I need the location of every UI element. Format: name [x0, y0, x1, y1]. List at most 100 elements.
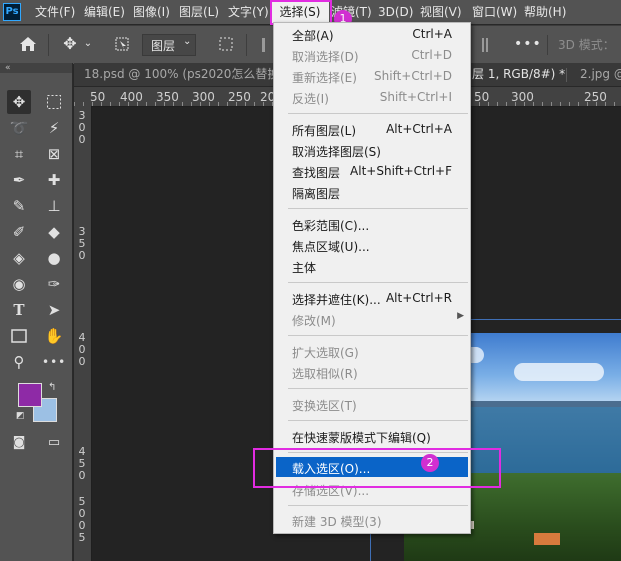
- ruler-tick: 5: [78, 531, 86, 544]
- layer-select-dropdown[interactable]: 图层 ⌄: [142, 34, 196, 56]
- ruler-tick: 0: [78, 133, 86, 146]
- clone-stamp-icon[interactable]: ⊥: [42, 194, 66, 218]
- zoom-tool-icon[interactable]: ⚲: [7, 350, 31, 374]
- rectangle-tool-icon[interactable]: [7, 324, 31, 348]
- menu-type[interactable]: 文字(Y): [228, 0, 269, 24]
- chevron-down-icon: ⌄: [183, 36, 192, 47]
- guide-line: [470, 319, 621, 320]
- transform-controls-icon[interactable]: [214, 26, 238, 65]
- shortcut-label: Ctrl+D: [411, 48, 452, 62]
- submenu-arrow-icon: ▶: [457, 311, 464, 321]
- crop-tool-icon[interactable]: ⌗: [7, 142, 31, 166]
- menu-image[interactable]: 图像(I): [133, 0, 170, 24]
- menu-3d[interactable]: 3D(D): [378, 0, 413, 24]
- vertical-ruler: 3 0 0 3 5 0 4 0 0 4 5 0 5 0 0 5: [74, 106, 92, 561]
- blur-tool-icon[interactable]: ●: [42, 246, 66, 270]
- menu-edit[interactable]: 编辑(E): [84, 0, 125, 24]
- menu-item-modify[interactable]: 修改(M): [292, 312, 336, 329]
- paint-bucket-icon[interactable]: ◈: [7, 246, 31, 270]
- ruler-tick: 0: [78, 355, 86, 368]
- annotation-box-2: [253, 448, 501, 488]
- menu-item-similar[interactable]: 选取相似(R): [292, 365, 358, 382]
- vertical-ruler-labels: 3 0 0 3 5 0 4 0 0 4 5 0 5 0 0 5: [75, 110, 89, 544]
- menu-layer[interactable]: 图层(L): [179, 0, 219, 24]
- chevron-down-icon[interactable]: ⌄: [82, 26, 94, 62]
- menu-item-transform-selection[interactable]: 变换选区(T): [292, 397, 357, 414]
- home-icon[interactable]: [16, 26, 40, 65]
- shortcut-label: Alt+Shift+Ctrl+F: [350, 164, 452, 178]
- brush-tool-icon[interactable]: ✎: [7, 194, 31, 218]
- distribute-icon[interactable]: [482, 38, 488, 52]
- shortcut-label: Shift+Ctrl+D: [374, 69, 452, 83]
- menu-item-find-layers[interactable]: 查找图层: [292, 164, 340, 181]
- ruler-tick: 0: [78, 469, 86, 482]
- more-options-icon[interactable]: •••: [514, 26, 541, 62]
- annotation-badge-2: 2: [421, 454, 439, 472]
- 3d-mode-label: 3D 模式：: [558, 38, 615, 52]
- healing-brush-icon[interactable]: ✚: [42, 168, 66, 192]
- path-selection-icon[interactable]: ➤: [42, 298, 66, 322]
- menu-separator: [288, 505, 468, 506]
- shortcut-label: Alt+Ctrl+R: [385, 291, 452, 305]
- menu-item-focus-area[interactable]: 焦点区域(U)...: [292, 238, 370, 255]
- house-roof: [534, 533, 560, 545]
- menu-separator: [288, 282, 468, 283]
- move-tool-icon[interactable]: ✥: [58, 26, 82, 62]
- pen-tool-icon[interactable]: ✑: [42, 272, 66, 296]
- menu-separator: [288, 208, 468, 209]
- collapse-icon[interactable]: «: [0, 63, 72, 73]
- menu-item-subject[interactable]: 主体: [292, 259, 316, 276]
- menu-item-isolate-layers[interactable]: 隔离图层: [292, 185, 340, 202]
- magic-wand-icon[interactable]: ⚡: [42, 116, 66, 140]
- tab-divider: [566, 68, 567, 82]
- menu-window[interactable]: 窗口(W): [472, 0, 517, 24]
- screen-mode-icon[interactable]: ▭: [42, 431, 66, 455]
- menu-item-all[interactable]: 全部(A): [292, 27, 334, 44]
- menu-item-color-range[interactable]: 色彩范围(C)...: [292, 217, 369, 234]
- menu-item-inverse[interactable]: 反选(I): [292, 90, 329, 107]
- shortcut-label: Alt+Ctrl+A: [386, 122, 452, 136]
- default-colors-icon[interactable]: ◩: [16, 411, 25, 421]
- tools-panel: « ✥ ➰ ⚡ ⌗ ⊠ ✒ ✚ ✎ ⊥ ✐ ◆ ◈ ● ◉ ✑ T ➤ ✋ ⚲ …: [0, 63, 73, 561]
- menu-item-quick-mask[interactable]: 在快速蒙版模式下编辑(Q): [292, 429, 431, 446]
- tab-18-psd[interactable]: 18.psd @ 100% (ps2020怎么替换图: [84, 63, 291, 86]
- cloud: [514, 363, 604, 381]
- menu-item-new-3d-model[interactable]: 新建 3D 模型(3): [292, 513, 382, 530]
- move-tool-icon[interactable]: ✥: [7, 90, 31, 114]
- frame-tool-icon[interactable]: ⊠: [42, 142, 66, 166]
- hand-tool-icon[interactable]: ✋: [42, 324, 66, 348]
- eraser-icon[interactable]: ◆: [42, 220, 66, 244]
- more-tools-icon[interactable]: •••: [42, 350, 66, 374]
- swap-colors-icon[interactable]: ↰: [48, 382, 56, 393]
- menu-help[interactable]: 帮助(H): [524, 0, 566, 24]
- menu-file[interactable]: 文件(F): [35, 0, 75, 24]
- menu-separator: [288, 388, 468, 389]
- foreground-color-swatch[interactable]: [18, 383, 42, 407]
- menu-item-all-layers[interactable]: 所有图层(L): [292, 122, 356, 139]
- photoshop-logo: Ps: [3, 3, 21, 21]
- quick-mask-icon[interactable]: ◙: [7, 431, 31, 455]
- menu-item-grow[interactable]: 扩大选取(G): [292, 344, 359, 361]
- menu-item-deselect[interactable]: 取消选择(D): [292, 48, 359, 65]
- align-icon[interactable]: [262, 38, 265, 52]
- ruler-tick: 0: [78, 249, 86, 262]
- lasso-tool-icon[interactable]: ➰: [7, 116, 31, 140]
- marquee-tool-icon[interactable]: [42, 90, 66, 114]
- tab-2-jpg[interactable]: 2.jpg @: [580, 63, 621, 86]
- type-tool-icon[interactable]: T: [7, 298, 31, 322]
- menu-separator: [288, 420, 468, 421]
- eyedropper-icon[interactable]: ✒: [7, 168, 31, 192]
- menu-separator: [288, 113, 468, 114]
- separator: [48, 34, 49, 56]
- menu-item-select-and-mask[interactable]: 选择并遮住(K)...: [292, 291, 381, 308]
- menu-separator: [288, 335, 468, 336]
- menu-item-reselect[interactable]: 重新选择(E): [292, 69, 357, 86]
- history-brush-icon[interactable]: ✐: [7, 220, 31, 244]
- auto-select-icon[interactable]: [110, 26, 134, 66]
- separator: [246, 34, 247, 56]
- tab-active-document[interactable]: 层 1, RGB/8#) *: [472, 63, 565, 86]
- menu-view[interactable]: 视图(V): [420, 0, 462, 24]
- separator: [547, 35, 548, 55]
- menu-item-deselect-layers[interactable]: 取消选择图层(S): [292, 143, 381, 160]
- dodge-tool-icon[interactable]: ◉: [7, 272, 31, 296]
